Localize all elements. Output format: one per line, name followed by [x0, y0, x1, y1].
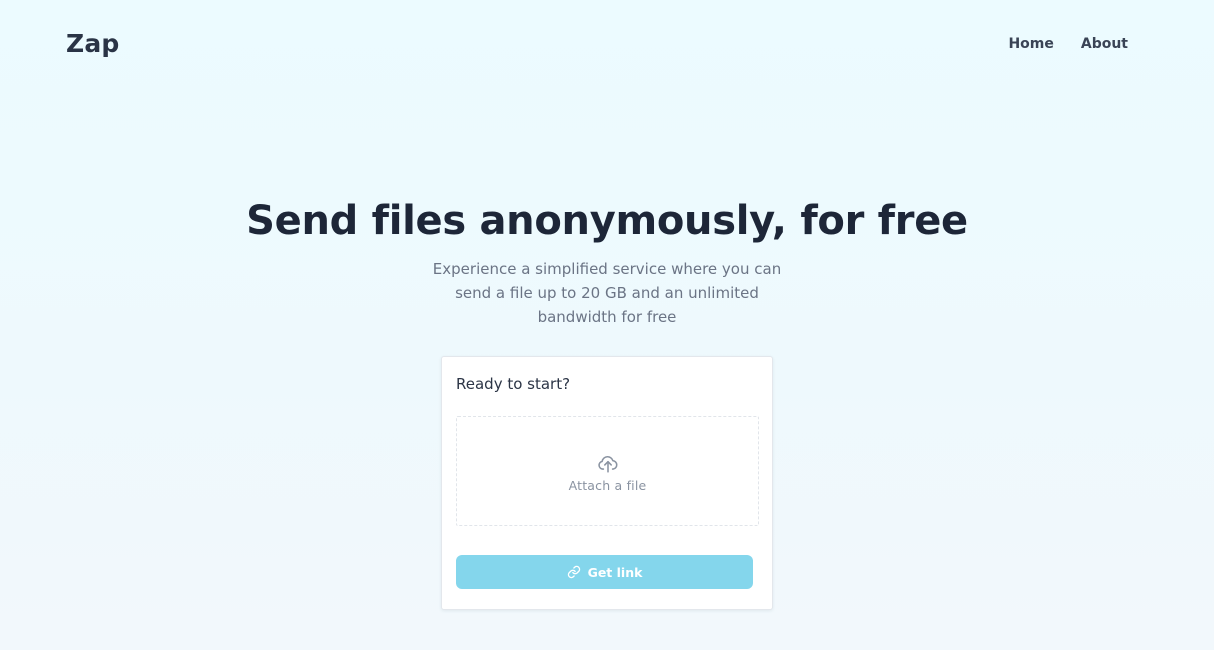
nav-link-about[interactable]: About [1081, 34, 1128, 54]
get-link-label: Get link [587, 564, 643, 580]
nav-link-home[interactable]: Home [1008, 34, 1053, 54]
main-nav: Home About [1008, 34, 1128, 54]
cloud-upload-icon [598, 455, 618, 473]
get-link-button[interactable]: Get link [456, 555, 753, 589]
link-icon [567, 565, 580, 579]
dropzone-label: Attach a file [568, 478, 647, 493]
file-dropzone[interactable]: Attach a file [456, 416, 759, 526]
hero-subtitle: Experience a simplified service where yo… [432, 260, 782, 326]
upload-card: Ready to start? Attach a file Get link [441, 356, 773, 610]
card-title: Ready to start? [456, 375, 571, 393]
brand-logo[interactable]: Zap [66, 28, 120, 60]
hero-title: Send files anonymously, for free [246, 198, 968, 244]
